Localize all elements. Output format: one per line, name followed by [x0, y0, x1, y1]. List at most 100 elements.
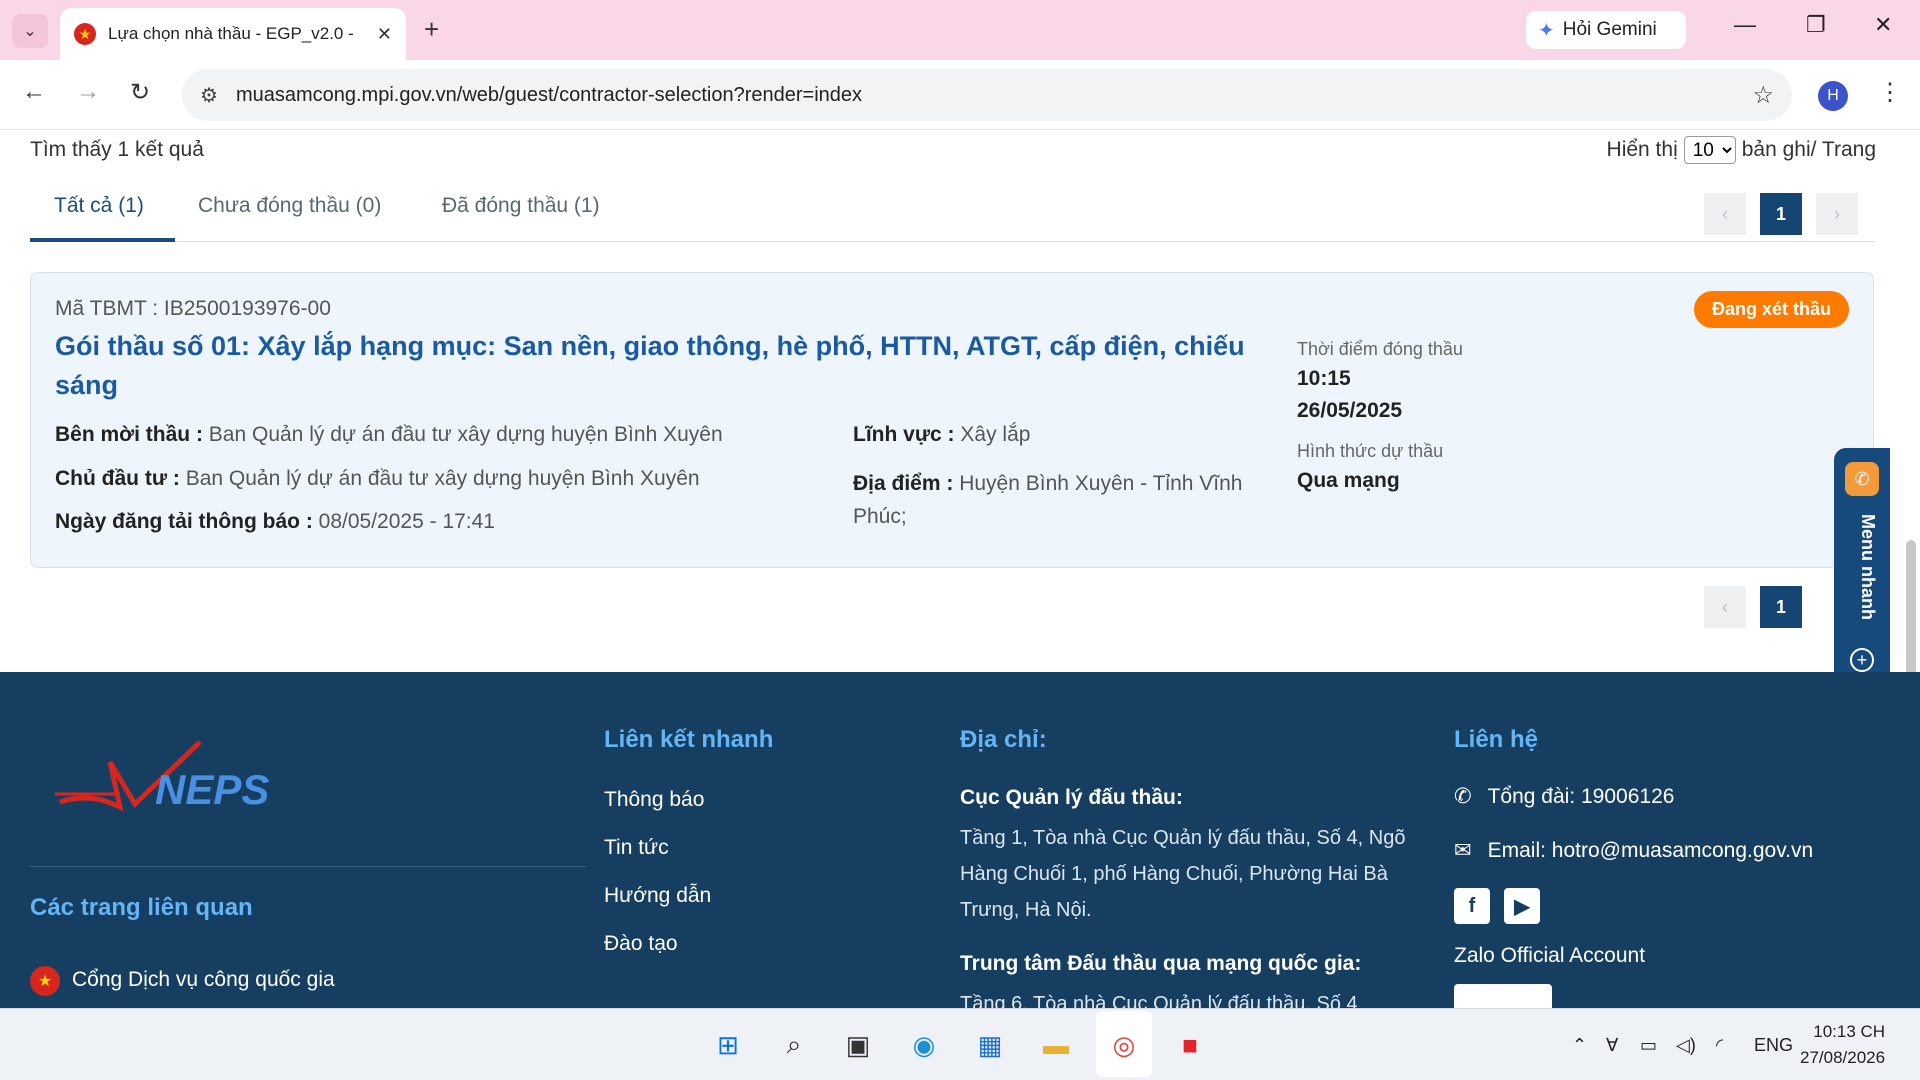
next-page-icon[interactable]: › — [1816, 193, 1858, 235]
posted-label: Ngày đăng tải thông báo : — [55, 510, 313, 533]
minimize-icon[interactable]: — — [1734, 12, 1756, 38]
closing-date: 26/05/2025 — [1297, 399, 1403, 422]
phone-icon: ✆ — [1454, 785, 1472, 808]
site-footer: NEPS Các trang liên quan ★ Cổng Dịch vụ … — [0, 672, 1920, 1008]
prev-page-icon[interactable]: ‹ — [1704, 586, 1746, 628]
investor-value: Ban Quản lý dự án đầu tư xây dựng huyện … — [185, 467, 700, 490]
per-page-prefix: Hiển thị — [1606, 138, 1678, 161]
quick-menu-label: Menu nhanh — [1858, 514, 1878, 620]
task-view-icon[interactable]: ▣ — [838, 1025, 878, 1065]
my-app-icon[interactable]: ■ — [1170, 1025, 1210, 1065]
prev-page-icon[interactable]: ‹ — [1704, 193, 1746, 235]
hotline-text: Tổng đài: 19006126 — [1487, 784, 1675, 808]
tray-chevron-icon[interactable]: ⌃ — [1572, 1035, 1587, 1056]
footer-divider — [30, 866, 586, 867]
browser-tab[interactable]: ★ Lựa chọn nhà thầu - EGP_v2.0 - ✕ — [60, 8, 406, 60]
browser-toolbar: ← → ↻ ⚙ muasamcong.mpi.gov.vn/web/guest/… — [0, 60, 1920, 130]
per-page-select[interactable]: 10 — [1683, 136, 1736, 164]
url-text[interactable]: muasamcong.mpi.gov.vn/web/guest/contract… — [236, 84, 1753, 107]
gemini-button[interactable]: ✦ Hỏi Gemini — [1526, 11, 1686, 49]
tab-title: Lựa chọn nhà thầu - EGP_v2.0 - — [108, 24, 354, 43]
quick-links-title: Liên kết nhanh — [604, 726, 774, 753]
new-tab-plus-icon[interactable]: + — [424, 14, 439, 45]
posted-date: Ngày đăng tải thông báo : 08/05/2025 - 1… — [55, 510, 495, 534]
tab-search-chevron-icon[interactable]: ⌄ — [12, 14, 48, 48]
tender-title[interactable]: Gói thầu số 01: Xây lắp hạng mục: San nề… — [55, 327, 1255, 405]
footer-link-news[interactable]: Tin tức — [604, 836, 669, 860]
qr-code — [1454, 984, 1552, 1008]
window-close-icon[interactable]: ✕ — [1874, 12, 1892, 38]
email: ✉ Email: hotro@muasamcong.gov.vn — [1454, 838, 1813, 863]
footer-link-guide[interactable]: Hướng dẫn — [604, 884, 711, 908]
phone-icon[interactable]: ✆ — [1845, 462, 1879, 496]
back-arrow-icon[interactable]: ← — [22, 78, 46, 106]
related-link[interactable]: Cổng Dịch vụ công quốc gia — [72, 968, 335, 992]
pagination-bottom: ‹ 1 — [1704, 586, 1802, 628]
tab-all[interactable]: Tất cả (1) — [54, 194, 144, 218]
org1-address: Tầng 1, Tòa nhà Cục Quản lý đấu thầu, Số… — [960, 827, 1406, 921]
browser-tabstrip: ⌄ ★ Lựa chọn nhà thầu - EGP_v2.0 - ✕ + ✦… — [0, 0, 1920, 60]
field: Lĩnh vực : Xây lắp — [853, 423, 1030, 447]
quick-menu[interactable]: ✆ Menu nhanh + — [1834, 448, 1890, 692]
tab-close-icon[interactable]: ✕ — [377, 24, 392, 45]
windows-taskbar: ⊞ ⌕ ▣ ◉ ▦ ▬ ◎ ■ ⌃ ∀ ▭ ◁) ◜ ENG 10:13 CH … — [0, 1008, 1920, 1080]
battery-icon[interactable]: ▭ — [1640, 1035, 1657, 1056]
language-indicator[interactable]: ENG — [1754, 1035, 1793, 1056]
file-explorer-icon[interactable]: ▬ — [1036, 1025, 1076, 1065]
youtube-icon[interactable]: ▶ — [1504, 888, 1540, 924]
gemini-label: Hỏi Gemini — [1562, 19, 1657, 40]
facebook-icon[interactable]: f — [1454, 888, 1490, 924]
site-favicon-icon: ★ — [74, 23, 96, 45]
browser-menu-icon[interactable]: ⋮ — [1878, 78, 1902, 107]
vneps-logo: NEPS — [55, 740, 269, 813]
zalo-label: Zalo Official Account — [1454, 944, 1646, 967]
bookmark-star-icon[interactable]: ☆ — [1752, 81, 1774, 110]
procuring-value: Ban Quản lý dự án đầu tư xây dựng huyện … — [208, 423, 723, 446]
footer-link-notice[interactable]: Thông báo — [604, 788, 704, 812]
field-value: Xây lắp — [960, 423, 1031, 446]
system-clock[interactable]: 10:13 CH 27/08/2026 — [1800, 1019, 1885, 1071]
tender-card: Mã TBMT : IB2500193976-00 Gói thầu số 01… — [30, 272, 1874, 568]
email-text[interactable]: Email: hotro@muasamcong.gov.vn — [1488, 839, 1814, 863]
closing-time: 10:15 — [1297, 367, 1351, 390]
closing-label: Thời điểm đóng thầu — [1297, 339, 1463, 359]
edge-icon[interactable]: ◉ — [904, 1025, 944, 1065]
wifi-icon[interactable]: ◜ — [1716, 1035, 1723, 1056]
expand-plus-icon[interactable]: + — [1850, 648, 1874, 672]
vpn-icon[interactable]: ∀ — [1606, 1035, 1618, 1056]
procuring-entity: Bên mời thầu : Ban Quản lý dự án đầu tư … — [55, 423, 723, 447]
location-label: Địa điểm : — [853, 472, 954, 495]
chrome-icon[interactable]: ◎ — [1104, 1025, 1144, 1065]
status-badge: Đang xét thầu — [1693, 291, 1849, 328]
org2-address: Tầng 6, Tòa nhà Cục Quản lý đấu thầu, Số… — [960, 993, 1358, 1008]
start-windows-icon[interactable]: ⊞ — [708, 1025, 748, 1065]
clock-time: 10:13 CH — [1813, 1022, 1886, 1041]
forward-arrow-icon[interactable]: → — [76, 78, 100, 106]
page-number[interactable]: 1 — [1760, 586, 1802, 628]
investor: Chủ đầu tư : Ban Quản lý dự án đầu tư xâ… — [55, 467, 700, 491]
address-title: Địa chỉ: — [960, 726, 1047, 753]
store-icon[interactable]: ▦ — [970, 1025, 1010, 1065]
site-settings-icon[interactable]: ⚙ — [200, 83, 218, 108]
profile-avatar[interactable]: H — [1818, 81, 1848, 111]
national-emblem-icon: ★ — [30, 966, 60, 996]
tab-closed[interactable]: Đã đóng thầu (1) — [442, 194, 600, 218]
restore-icon[interactable]: ❐ — [1806, 12, 1826, 38]
investor-label: Chủ đầu tư : — [55, 467, 180, 490]
address-bar[interactable]: ⚙ muasamcong.mpi.gov.vn/web/guest/contra… — [182, 69, 1792, 121]
volume-icon[interactable]: ◁) — [1676, 1035, 1696, 1056]
page-number[interactable]: 1 — [1760, 193, 1802, 235]
pagination-top: ‹ 1 › — [1704, 193, 1858, 235]
search-icon[interactable]: ⌕ — [774, 1025, 814, 1065]
svg-text:NEPS: NEPS — [155, 766, 269, 813]
footer-link-training[interactable]: Đào tạo — [604, 932, 678, 956]
reload-icon[interactable]: ↻ — [130, 78, 150, 107]
contact-title: Liên hệ — [1454, 726, 1539, 753]
org2-name: Trung tâm Đấu thầu qua mạng quốc gia: — [960, 952, 1362, 975]
location: Địa điểm : Huyện Bình Xuyên - Tỉnh Vĩnh … — [853, 467, 1243, 533]
result-count: Tìm thấy 1 kết quả — [30, 138, 204, 161]
procuring-label: Bên mời thầu : — [55, 423, 203, 446]
tab-not-closed[interactable]: Chưa đóng thầu (0) — [198, 194, 381, 218]
tender-code: Mã TBMT : IB2500193976-00 — [55, 297, 331, 320]
clock-date: 27/08/2026 — [1800, 1048, 1886, 1067]
